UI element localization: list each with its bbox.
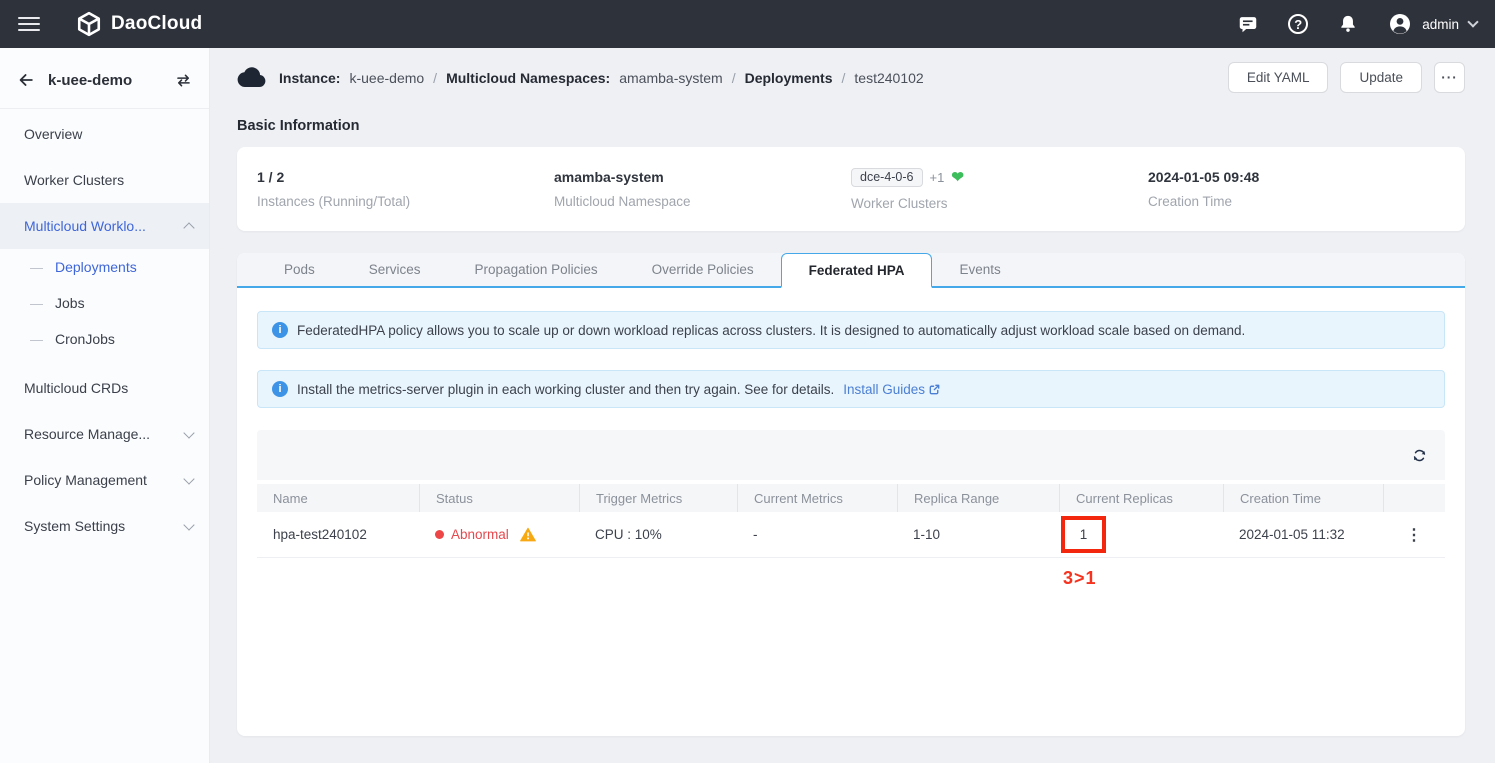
bell-icon[interactable] [1337, 13, 1359, 35]
tab-strip: Pods Services Propagation Policies Overr… [237, 253, 1465, 288]
chat-icon[interactable] [1237, 13, 1259, 35]
breadcrumb-value[interactable]: amamba-system [619, 70, 722, 86]
column-actions [1383, 484, 1445, 512]
metrics-server-banner: i Install the metrics-server plugin in e… [257, 370, 1445, 408]
info-icon: i [272, 322, 288, 338]
banner-text: FederatedHPA policy allows you to scale … [297, 323, 1245, 338]
hpa-info-banner: i FederatedHPA policy allows you to scal… [257, 311, 1445, 349]
breadcrumb-current: test240102 [854, 70, 923, 86]
stat-namespace: amamba-system Multicloud Namespace [554, 169, 851, 209]
breadcrumb-value[interactable]: k-uee-demo [349, 70, 424, 86]
stat-creation-time: 2024-01-05 09:48 Creation Time [1148, 169, 1445, 209]
column-status: Status [419, 484, 579, 512]
column-creation-time: Creation Time [1223, 484, 1383, 512]
cell-replica-range: 1-10 [897, 527, 1059, 542]
cell-status: Abnormal [419, 527, 579, 542]
info-icon: i [272, 381, 288, 397]
table-row: hpa-test240102 Abnormal [257, 512, 1445, 558]
replica-highlight-box: 1 [1061, 516, 1106, 553]
back-icon[interactable] [16, 70, 36, 90]
breadcrumb-label: Multicloud Namespaces: [446, 70, 610, 86]
user-name: admin [1422, 17, 1459, 32]
banner-text: Install the metrics-server plugin in eac… [297, 382, 834, 397]
sidebar-item-jobs[interactable]: — Jobs [0, 285, 209, 321]
cell-name: hpa-test240102 [257, 527, 419, 542]
chevron-down-icon [1467, 16, 1478, 27]
basic-information-card: 1 / 2 Instances (Running/Total) amamba-s… [237, 147, 1465, 231]
edit-yaml-button[interactable]: Edit YAML [1228, 62, 1329, 93]
hamburger-menu-icon[interactable] [18, 17, 40, 31]
cell-creation-time: 2024-01-05 11:32 [1223, 527, 1383, 542]
sidebar-item-multicloud-crds[interactable]: Multicloud CRDs [0, 365, 209, 411]
install-guides-link[interactable]: Install Guides [843, 382, 941, 397]
column-trigger-metrics: Trigger Metrics [579, 484, 737, 512]
breadcrumb-label: Instance: [279, 70, 340, 86]
cell-current-replicas: 1 [1059, 516, 1223, 553]
cell-trigger-metrics: CPU : 10% [579, 527, 737, 542]
tab-federated-hpa[interactable]: Federated HPA [781, 253, 933, 288]
cloud-icon [237, 66, 268, 89]
chevron-down-icon [183, 519, 194, 530]
sidebar-item-policy-management[interactable]: Policy Management [0, 457, 209, 503]
healthy-heart-icon: ❤ [951, 170, 964, 185]
column-current-replicas: Current Replicas [1059, 484, 1223, 512]
table-header: Name Status Trigger Metrics Current Metr… [257, 484, 1445, 512]
dash-icon: — [30, 296, 43, 311]
column-current-metrics: Current Metrics [737, 484, 897, 512]
worker-cluster-tag: dce-4-0-6 [851, 168, 923, 187]
federated-hpa-panel: i FederatedHPA policy allows you to scal… [237, 311, 1465, 558]
cell-current-metrics: - [737, 527, 897, 542]
stat-instances: 1 / 2 Instances (Running/Total) [257, 169, 554, 209]
chevron-down-icon [183, 427, 194, 438]
status-text: Abnormal [451, 527, 509, 542]
status-dot-icon [435, 530, 444, 539]
chevron-up-icon [183, 222, 194, 233]
tab-services[interactable]: Services [342, 253, 448, 286]
basic-information-title: Basic Information [237, 118, 1465, 134]
annotation-replicas-mismatch: 3>1 [1063, 568, 1097, 589]
sidebar-item-overview[interactable]: Overview [0, 111, 209, 157]
chevron-down-icon [183, 473, 194, 484]
help-icon[interactable]: ? [1288, 14, 1308, 34]
sidebar-item-resource-management[interactable]: Resource Manage... [0, 411, 209, 457]
column-name: Name [257, 484, 419, 512]
tab-propagation-policies[interactable]: Propagation Policies [448, 253, 625, 286]
breadcrumb: Instance: k-uee-demo / Multicloud Namesp… [237, 66, 924, 89]
dash-icon: — [30, 260, 43, 275]
tab-events[interactable]: Events [932, 253, 1027, 286]
table-toolbar [257, 430, 1445, 480]
more-clusters-count[interactable]: +1 [930, 170, 945, 185]
sidebar-item-worker-clusters[interactable]: Worker Clusters [0, 157, 209, 203]
sidebar-item-system-settings[interactable]: System Settings [0, 503, 209, 549]
sidebar-item-deployments[interactable]: — Deployments [0, 249, 209, 285]
column-replica-range: Replica Range [897, 484, 1059, 512]
switch-instance-icon[interactable] [174, 71, 193, 90]
tab-pods[interactable]: Pods [257, 253, 342, 286]
brand-logo: DaoCloud [76, 11, 202, 37]
instance-title: k-uee-demo [48, 72, 162, 89]
stat-worker-clusters: dce-4-0-6 +1 ❤ Worker Clusters [851, 168, 1148, 211]
user-menu[interactable]: admin [1388, 12, 1477, 36]
update-button[interactable]: Update [1340, 62, 1422, 93]
refresh-icon[interactable] [1410, 446, 1429, 465]
warning-icon[interactable] [520, 527, 536, 542]
breadcrumb-link-deployments[interactable]: Deployments [745, 70, 833, 86]
detail-tabs-card: Pods Services Propagation Policies Overr… [237, 253, 1465, 736]
avatar [1388, 12, 1412, 36]
brand-name: DaoCloud [111, 13, 202, 35]
main-content: Instance: k-uee-demo / Multicloud Namesp… [209, 48, 1495, 763]
sidebar-item-multicloud-workloads[interactable]: Multicloud Worklo... [0, 203, 209, 249]
sidebar-nav: Overview Worker Clusters Multicloud Work… [0, 109, 209, 549]
daocloud-cube-icon [76, 11, 102, 37]
topbar: DaoCloud ? [0, 0, 1495, 48]
hpa-table: Name Status Trigger Metrics Current Metr… [257, 430, 1445, 558]
tab-override-policies[interactable]: Override Policies [625, 253, 781, 286]
more-actions-button[interactable]: ··· [1434, 62, 1465, 93]
external-link-icon [928, 383, 941, 396]
sidebar: k-uee-demo Overview Worker Clusters Mult… [0, 48, 209, 763]
sidebar-item-cronjobs[interactable]: — CronJobs [0, 321, 209, 357]
dash-icon: — [30, 332, 43, 347]
row-menu-kebab-icon[interactable]: ⋮ [1406, 525, 1422, 545]
